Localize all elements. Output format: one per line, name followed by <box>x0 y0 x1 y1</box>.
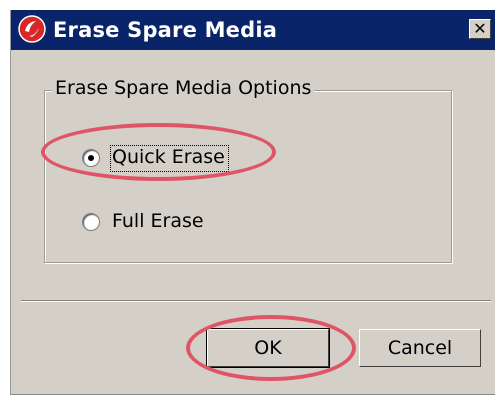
app-logo-icon <box>18 15 46 43</box>
cancel-button[interactable]: Cancel <box>359 329 481 367</box>
close-button[interactable]: ✕ <box>469 19 491 39</box>
erase-options-legend: Erase Spare Media Options <box>52 77 315 99</box>
full-erase-label[interactable]: Full Erase <box>112 210 204 232</box>
title-bar[interactable]: Erase Spare Media ✕ <box>11 10 495 50</box>
full-erase-radio[interactable] <box>82 213 100 231</box>
quick-erase-radio[interactable] <box>82 149 100 167</box>
quick-erase-label[interactable]: Quick Erase <box>112 146 225 168</box>
page: Erase Spare Media ✕ Erase Spare Media Op… <box>0 0 495 402</box>
erase-options-groupbox <box>44 90 452 263</box>
button-separator <box>21 300 491 302</box>
erase-spare-media-dialog: Erase Spare Media ✕ Erase Spare Media Op… <box>10 10 495 395</box>
ok-button[interactable]: OK <box>206 328 330 368</box>
radio-selected-dot <box>88 155 94 161</box>
close-icon: ✕ <box>473 19 487 38</box>
window-title: Erase Spare Media <box>53 18 278 42</box>
